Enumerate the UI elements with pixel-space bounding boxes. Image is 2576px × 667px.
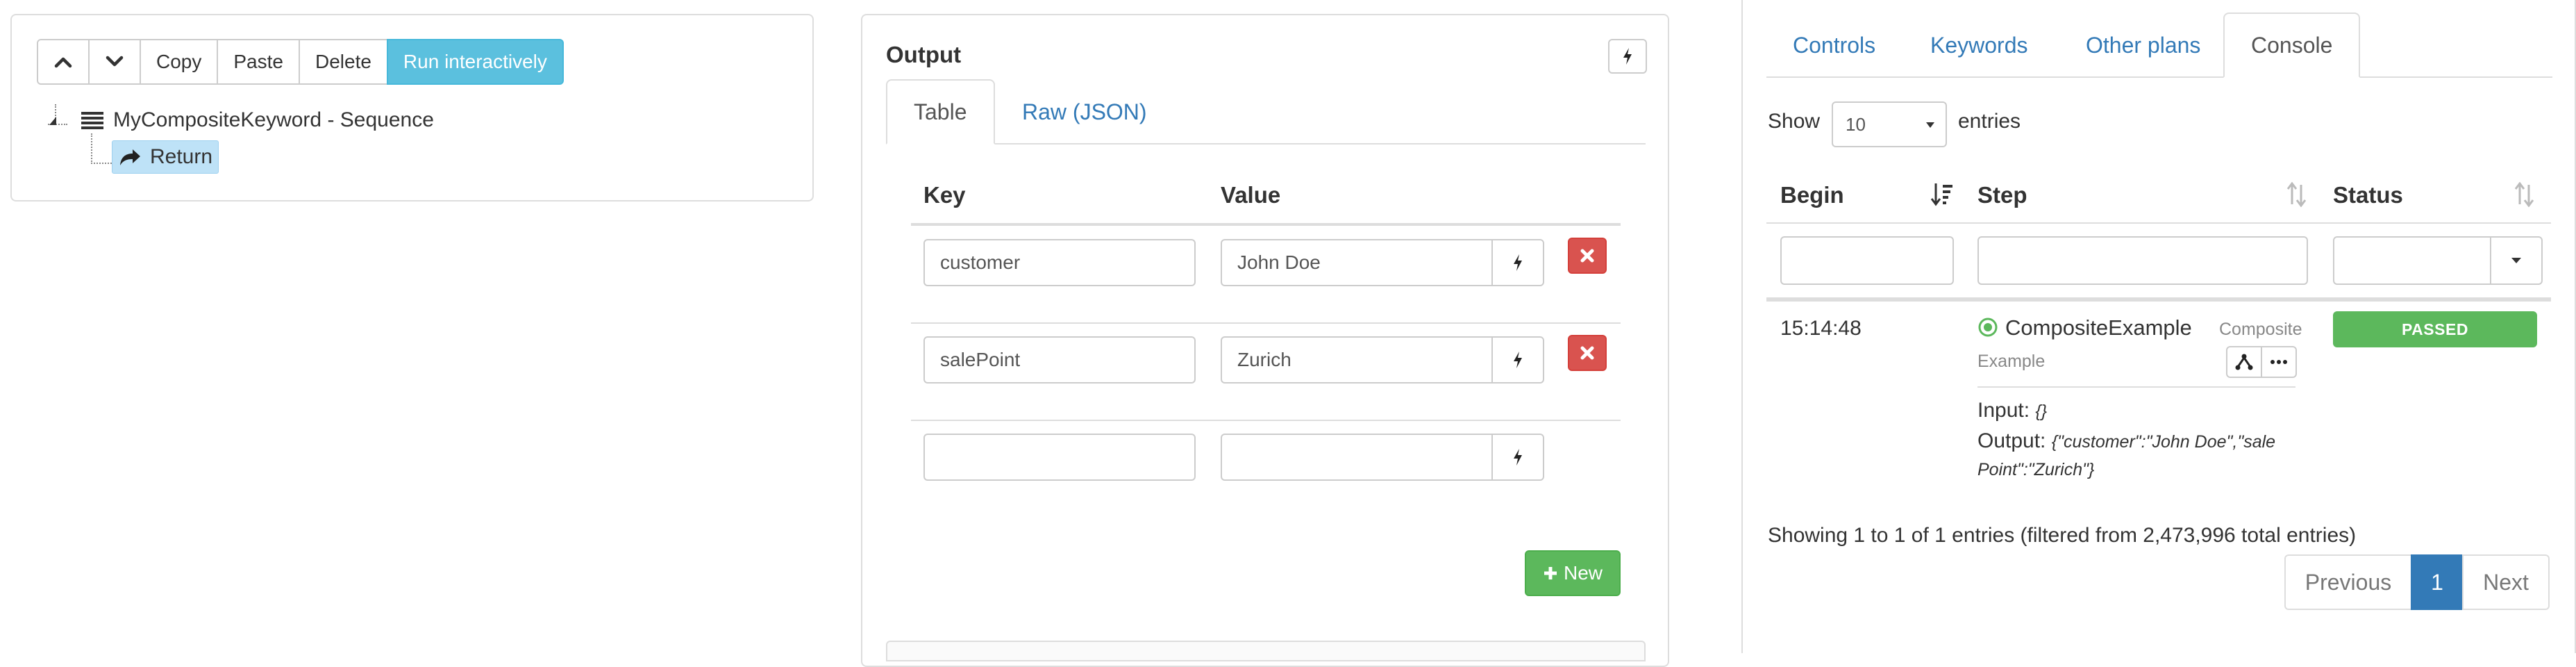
input-value: {} [2035, 402, 2048, 421]
tab-other-plans[interactable]: Other plans [2059, 13, 2227, 78]
value-dynamic-button[interactable] [1491, 336, 1544, 384]
step-filter-input[interactable] [1977, 236, 2308, 285]
step-type: Composite [2219, 320, 2302, 339]
show-label: Show [1768, 110, 1821, 133]
row-begin: 15:14:48 [1780, 317, 1862, 340]
paste-button[interactable]: Paste [217, 39, 300, 85]
key-input[interactable] [923, 434, 1196, 481]
pager-previous[interactable]: Previous [2284, 554, 2412, 610]
tab-keywords[interactable]: Keywords [1904, 13, 2055, 78]
begin-filter-input[interactable] [1780, 236, 1954, 285]
sort-icon[interactable] [2286, 182, 2308, 207]
output-title: Output [886, 42, 962, 67]
tree-node-root[interactable]: MyCompositeKeyword - Sequence [81, 108, 434, 132]
tree-view-button[interactable] [2226, 346, 2262, 378]
more-options-button[interactable] [2261, 346, 2297, 378]
new-row-button[interactable]: New [1525, 550, 1621, 596]
entries-select-value: 10 [1846, 113, 1866, 135]
column-header-status[interactable]: Status [2333, 182, 2403, 208]
tree-expander-icon[interactable] [48, 113, 58, 126]
side-panel: Controls Keywords Other plans Console Sh… [1741, 0, 2576, 653]
close-icon [1580, 346, 1594, 360]
caret-down-icon [1926, 122, 1934, 128]
column-header-step[interactable]: Step [1977, 182, 2027, 208]
table-header-divider [911, 223, 1621, 226]
tree-node-label: MyCompositeKeyword - Sequence [113, 108, 434, 131]
pager-page-1[interactable]: 1 [2411, 554, 2464, 610]
tab-controls[interactable]: Controls [1766, 13, 1902, 78]
value-input[interactable] [1221, 434, 1493, 481]
entries-label: entries [1958, 110, 2021, 133]
dynamic-toggle-button[interactable] [1608, 39, 1647, 74]
plus-icon [1544, 567, 1557, 579]
output-value: {"customer":"John Doe","sale [2051, 432, 2276, 452]
status-target-icon [1978, 318, 1998, 337]
status-filter-toggle[interactable] [2490, 236, 2543, 285]
value-input[interactable]: John Doe [1221, 239, 1493, 286]
new-row-label: New [1564, 562, 1603, 584]
value-input[interactable]: Zurich [1221, 336, 1493, 384]
output-label: Output: [1977, 429, 2046, 452]
list-icon [81, 112, 103, 129]
step-detail-divider [1977, 386, 2295, 388]
bolt-icon [1514, 352, 1522, 368]
delete-button[interactable]: Delete [298, 39, 388, 85]
value-dynamic-button[interactable] [1491, 239, 1544, 286]
plan-tree-panel: Copy Paste Delete Run interactively MyCo… [10, 14, 814, 201]
chevron-down-icon [106, 56, 124, 67]
bolt-icon [1514, 254, 1522, 271]
remove-row-button[interactable] [1568, 335, 1607, 371]
sitemap-icon [2235, 354, 2253, 370]
row-divider [911, 420, 1621, 421]
run-interactively-button[interactable]: Run interactively [386, 39, 564, 85]
value-dynamic-button[interactable] [1491, 434, 1544, 481]
share-arrow-icon [120, 149, 140, 165]
column-header-value: Value [1221, 182, 1281, 208]
tab-raw-json[interactable]: Raw (JSON) [996, 79, 1173, 145]
move-up-button[interactable] [37, 39, 90, 85]
tree-node-return[interactable]: Return [112, 140, 219, 174]
bolt-icon [1623, 48, 1632, 65]
tab-table[interactable]: Table [886, 79, 995, 145]
table-info: Showing 1 to 1 of 1 entries (filtered fr… [1768, 524, 2357, 547]
entries-select[interactable]: 10 [1832, 101, 1947, 147]
key-input[interactable]: salePoint [923, 336, 1196, 384]
tree-toolbar: Copy Paste Delete Run interactively [37, 39, 564, 85]
sort-desc-icon[interactable] [1930, 182, 1954, 207]
table-body-divider [1766, 297, 2551, 302]
status-filter-select[interactable] [2333, 236, 2491, 285]
bolt-icon [1514, 449, 1522, 466]
column-header-begin[interactable]: Begin [1780, 182, 1844, 208]
tree-connector [91, 133, 92, 164]
next-section-panel [886, 641, 1646, 661]
step-input-line: Input: {} [1977, 399, 2047, 422]
input-label: Input: [1977, 399, 2030, 422]
caret-down-icon [2511, 258, 2521, 263]
step-output-line: Output: {"customer":"John Doe","sale [1977, 429, 2275, 453]
output-value-cont: Point":"Zurich"} [1977, 460, 2095, 479]
move-down-button[interactable] [88, 39, 141, 85]
close-icon [1580, 249, 1594, 263]
status-badge: PASSED [2333, 311, 2537, 347]
step-type-cont: Example [1977, 352, 2046, 371]
tab-console[interactable]: Console [2223, 13, 2361, 78]
ellipsis-icon [2270, 360, 2287, 364]
key-input[interactable]: customer [923, 239, 1196, 286]
tree-connector [91, 163, 112, 164]
copy-button[interactable]: Copy [140, 39, 219, 85]
row-divider [911, 322, 1621, 324]
sort-icon[interactable] [2514, 182, 2536, 207]
remove-row-button[interactable] [1568, 238, 1607, 274]
chevron-up-icon [54, 57, 72, 68]
output-panel: Output Table Raw (JSON) Key Value custom… [861, 14, 1669, 667]
tree-node-label: Return [150, 145, 213, 168]
pager-next[interactable]: Next [2462, 554, 2550, 610]
step-name[interactable]: CompositeExample [2005, 315, 2192, 340]
header-divider [1766, 222, 2551, 224]
column-header-key: Key [923, 182, 966, 208]
